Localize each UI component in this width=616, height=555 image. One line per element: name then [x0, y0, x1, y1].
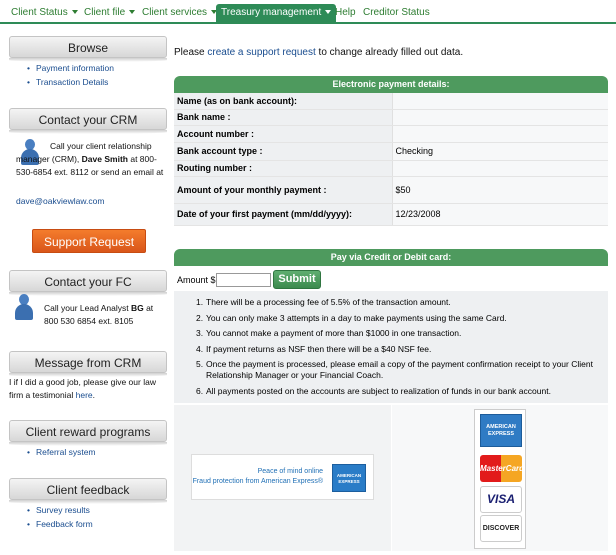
nav-client-status[interactable]: Client Status — [6, 4, 83, 22]
list-item: 4. If payment returns as NSF then there w… — [196, 343, 432, 354]
list-item: 6. All payments posted on the accounts ar… — [196, 385, 551, 396]
payment-rules-list: 1. There will be a processing fee of 5.5%… — [196, 297, 604, 401]
visa-icon: VISA — [480, 486, 522, 513]
mastercard-icon: MasterCard — [480, 455, 524, 482]
table-row: Amount of your monthly payment : $50 — [174, 176, 608, 204]
crm-contact-text: Call your client relationship manager (C… — [16, 141, 164, 177]
browse-link-payment-information[interactable]: Payment information — [27, 61, 114, 75]
fc-contact-text: Call your Lead Analyst BG at 800 530 685… — [44, 303, 154, 326]
amex-logo-icon: AMERICAN EXPRESS — [332, 464, 366, 492]
nav-client-file[interactable]: Client file — [79, 4, 140, 22]
table-row: Bank name : — [174, 109, 608, 126]
reward-programs-heading: Client reward programs — [9, 420, 167, 442]
crm-email-link[interactable]: dave@oakviewlaw.com — [16, 195, 104, 208]
crm-message-text: I if I did a good job, please give our l… — [9, 377, 156, 400]
accepted-cards: AMERICAN EXPRESS MasterCard VISA DISCOVE… — [474, 409, 526, 549]
nav-help[interactable]: Help — [330, 4, 361, 22]
discover-card-icon: DISCOVER — [480, 515, 522, 542]
contact-fc-heading: Contact your FC — [9, 270, 167, 292]
amount-input[interactable] — [216, 273, 271, 287]
browse-heading: Browse — [9, 36, 167, 58]
nav-creditor-status[interactable]: Creditor Status — [358, 4, 435, 22]
referral-system-link[interactable]: Referral system — [27, 445, 96, 459]
payment-details-table: Name (as on bank account): Bank name : A… — [174, 93, 608, 226]
table-row: Date of your first payment (mm/dd/yyyy):… — [174, 203, 608, 226]
top-nav: Client Status Client file Client service… — [0, 0, 616, 24]
amex-card-icon: AMERICAN EXPRESS — [480, 414, 522, 447]
support-request-button[interactable]: Support Request — [32, 229, 146, 253]
survey-results-link[interactable]: Survey results — [27, 503, 93, 517]
table-row: Bank account type : Checking — [174, 142, 608, 161]
amount-label: Amount $ — [177, 275, 216, 285]
list-item: 1. There will be a processing fee of 5.5%… — [196, 297, 451, 307]
nav-treasury-management[interactable]: Treasury management — [216, 4, 337, 22]
payment-details-heading: Electronic payment details: — [174, 76, 608, 93]
table-row: Account number : — [174, 125, 608, 143]
contact-crm-heading: Contact your CRM — [9, 108, 167, 130]
crm-name: Dave Smith — [81, 154, 128, 164]
create-support-request-link[interactable]: create a support request — [207, 47, 315, 58]
rewards-list: Referral system — [27, 445, 96, 459]
message-crm-heading: Message from CRM — [9, 351, 167, 373]
amex-fraud-protection-banner: Peace of mind online Fraud protection fr… — [191, 454, 374, 500]
list-item: 5. Once the payment is processed, please … — [196, 359, 593, 380]
submit-button[interactable]: Submit — [273, 270, 321, 289]
feedback-form-link[interactable]: Feedback form — [27, 517, 93, 531]
table-row: Routing number : — [174, 160, 608, 177]
fc-avatar-icon — [14, 294, 34, 320]
browse-link-transaction-details[interactable]: Transaction Details — [27, 75, 114, 89]
testimonial-link[interactable]: here — [76, 390, 93, 400]
browse-list: Payment information Transaction Details — [27, 61, 114, 89]
nav-client-services[interactable]: Client services — [137, 4, 222, 22]
card-payment-heading: Pay via Credit or Debit card: — [174, 249, 608, 266]
feedback-list: Survey results Feedback form — [27, 503, 93, 531]
fc-name: BG — [130, 303, 144, 313]
table-row: Name (as on bank account): — [174, 93, 608, 110]
chevron-down-icon — [71, 10, 78, 15]
divider — [9, 130, 167, 134]
list-item: 2. You can only make 3 attempts in a day … — [196, 312, 507, 323]
intro-text: Please create a support request to chang… — [174, 47, 464, 58]
chevron-down-icon — [129, 10, 136, 15]
list-item: 3. You cannot make a payment of more than… — [196, 328, 462, 338]
client-feedback-heading: Client feedback — [9, 478, 167, 500]
